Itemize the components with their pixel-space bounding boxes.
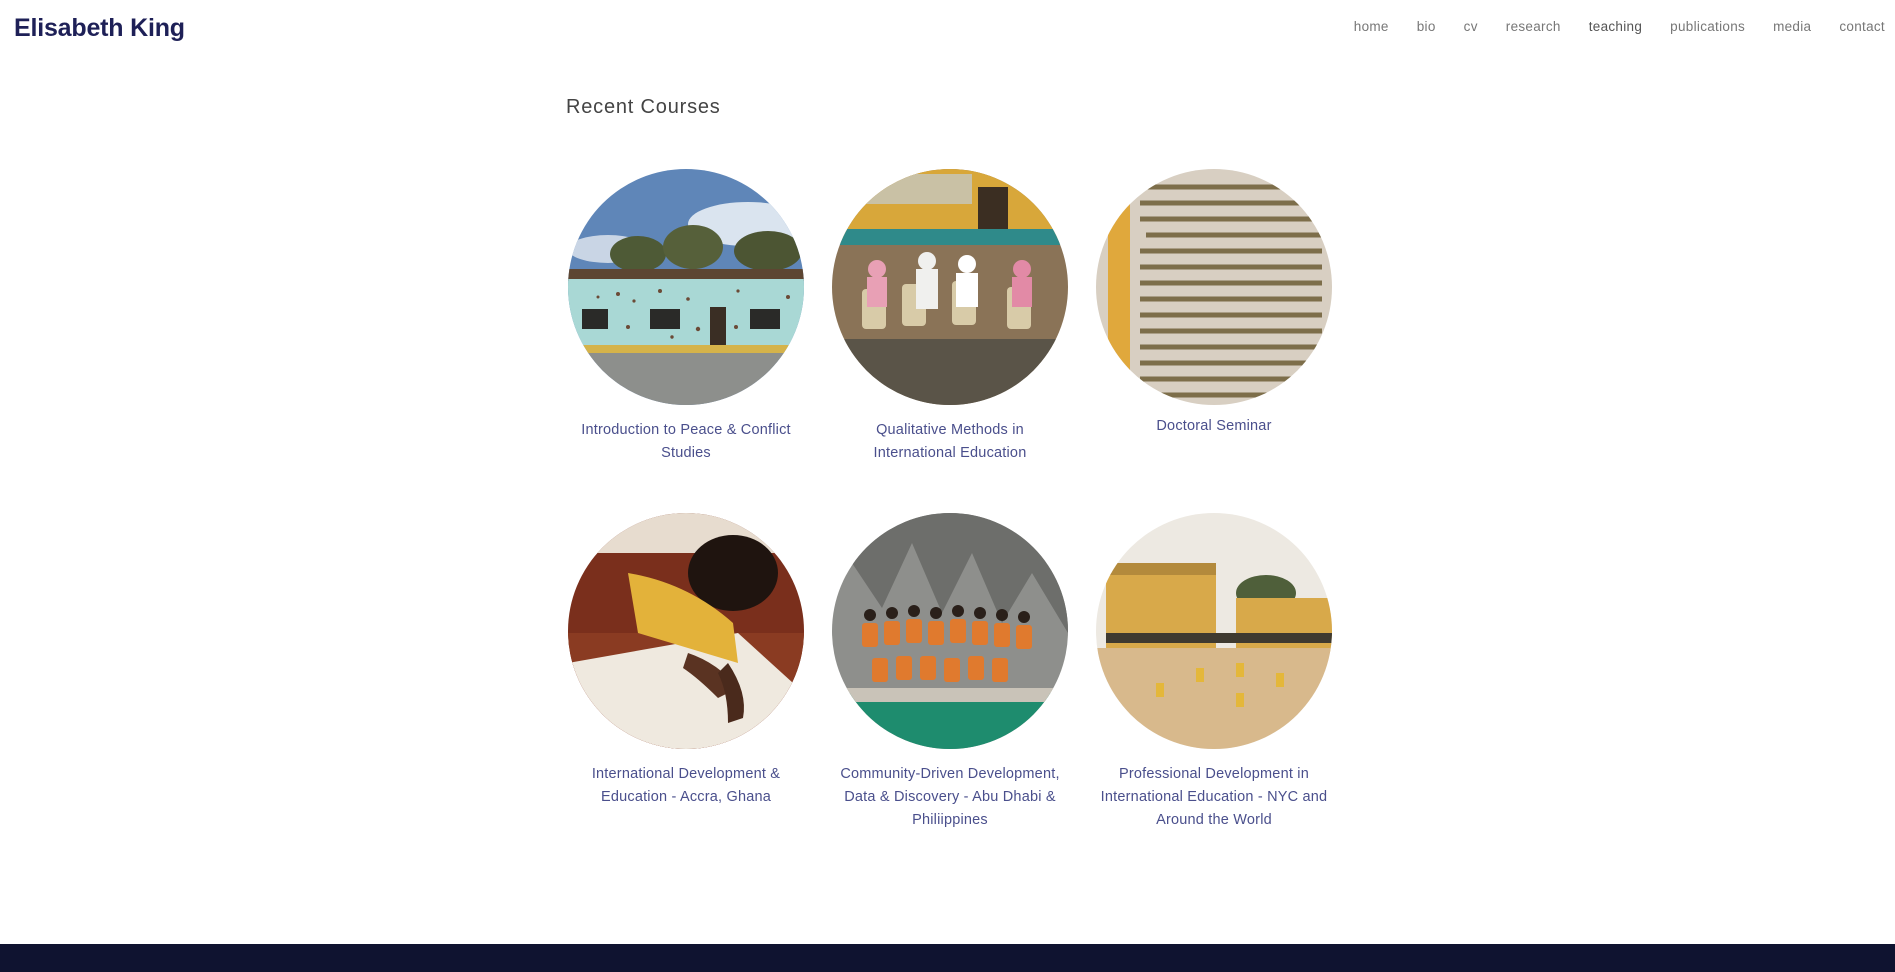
course-card: International Development & Education - … (566, 513, 806, 809)
nav-media[interactable]: media (1773, 19, 1811, 34)
child-writing-photo (568, 513, 804, 749)
course-title-link[interactable]: Community-Driven Development, Data & Dis… (830, 763, 1070, 832)
course-image-link[interactable] (1096, 513, 1332, 749)
nav-contact[interactable]: contact (1839, 19, 1885, 34)
course-image-link[interactable] (568, 169, 804, 405)
course-image-link[interactable] (832, 169, 1068, 405)
group-life-vests-photo (832, 513, 1068, 749)
nav-cv[interactable]: cv (1464, 19, 1478, 34)
main-nav: home bio cv research teaching publicatio… (1326, 19, 1885, 34)
nav-research[interactable]: research (1506, 19, 1561, 34)
course-card: Introduction to Peace & Conflict Studies (566, 169, 806, 465)
bullet-marked-building-photo (568, 169, 804, 405)
course-image-link[interactable] (1096, 169, 1332, 405)
course-title-link[interactable]: Introduction to Peace & Conflict Studies (566, 419, 806, 465)
course-title-link[interactable]: Doctoral Seminar (1094, 415, 1334, 438)
nav-teaching[interactable]: teaching (1589, 19, 1642, 34)
course-image-link[interactable] (832, 513, 1068, 749)
course-card: Doctoral Seminar (1094, 169, 1334, 438)
site-header: Elisabeth King home bio cv research teac… (0, 0, 1895, 60)
course-title-link[interactable]: Qualitative Methods in International Edu… (830, 419, 1070, 465)
nav-publications[interactable]: publications (1670, 19, 1745, 34)
course-card: Professional Development in Internationa… (1094, 513, 1334, 832)
classroom-group-photo (832, 169, 1068, 405)
course-image-link[interactable] (568, 513, 804, 749)
course-title-link[interactable]: Professional Development in Internationa… (1094, 763, 1334, 832)
section-title: Recent Courses (566, 96, 721, 118)
right-to-education-text-mural-photo (1096, 169, 1332, 405)
site-footer (0, 944, 1895, 972)
site-title-link[interactable]: Elisabeth King (14, 14, 185, 43)
course-card: Community-Driven Development, Data & Dis… (830, 513, 1070, 832)
nav-bio[interactable]: bio (1417, 19, 1436, 34)
course-card: Qualitative Methods in International Edu… (830, 169, 1070, 465)
course-title-link[interactable]: International Development & Education - … (566, 763, 806, 809)
schoolyard-photo (1096, 513, 1332, 749)
nav-home[interactable]: home (1354, 19, 1389, 34)
